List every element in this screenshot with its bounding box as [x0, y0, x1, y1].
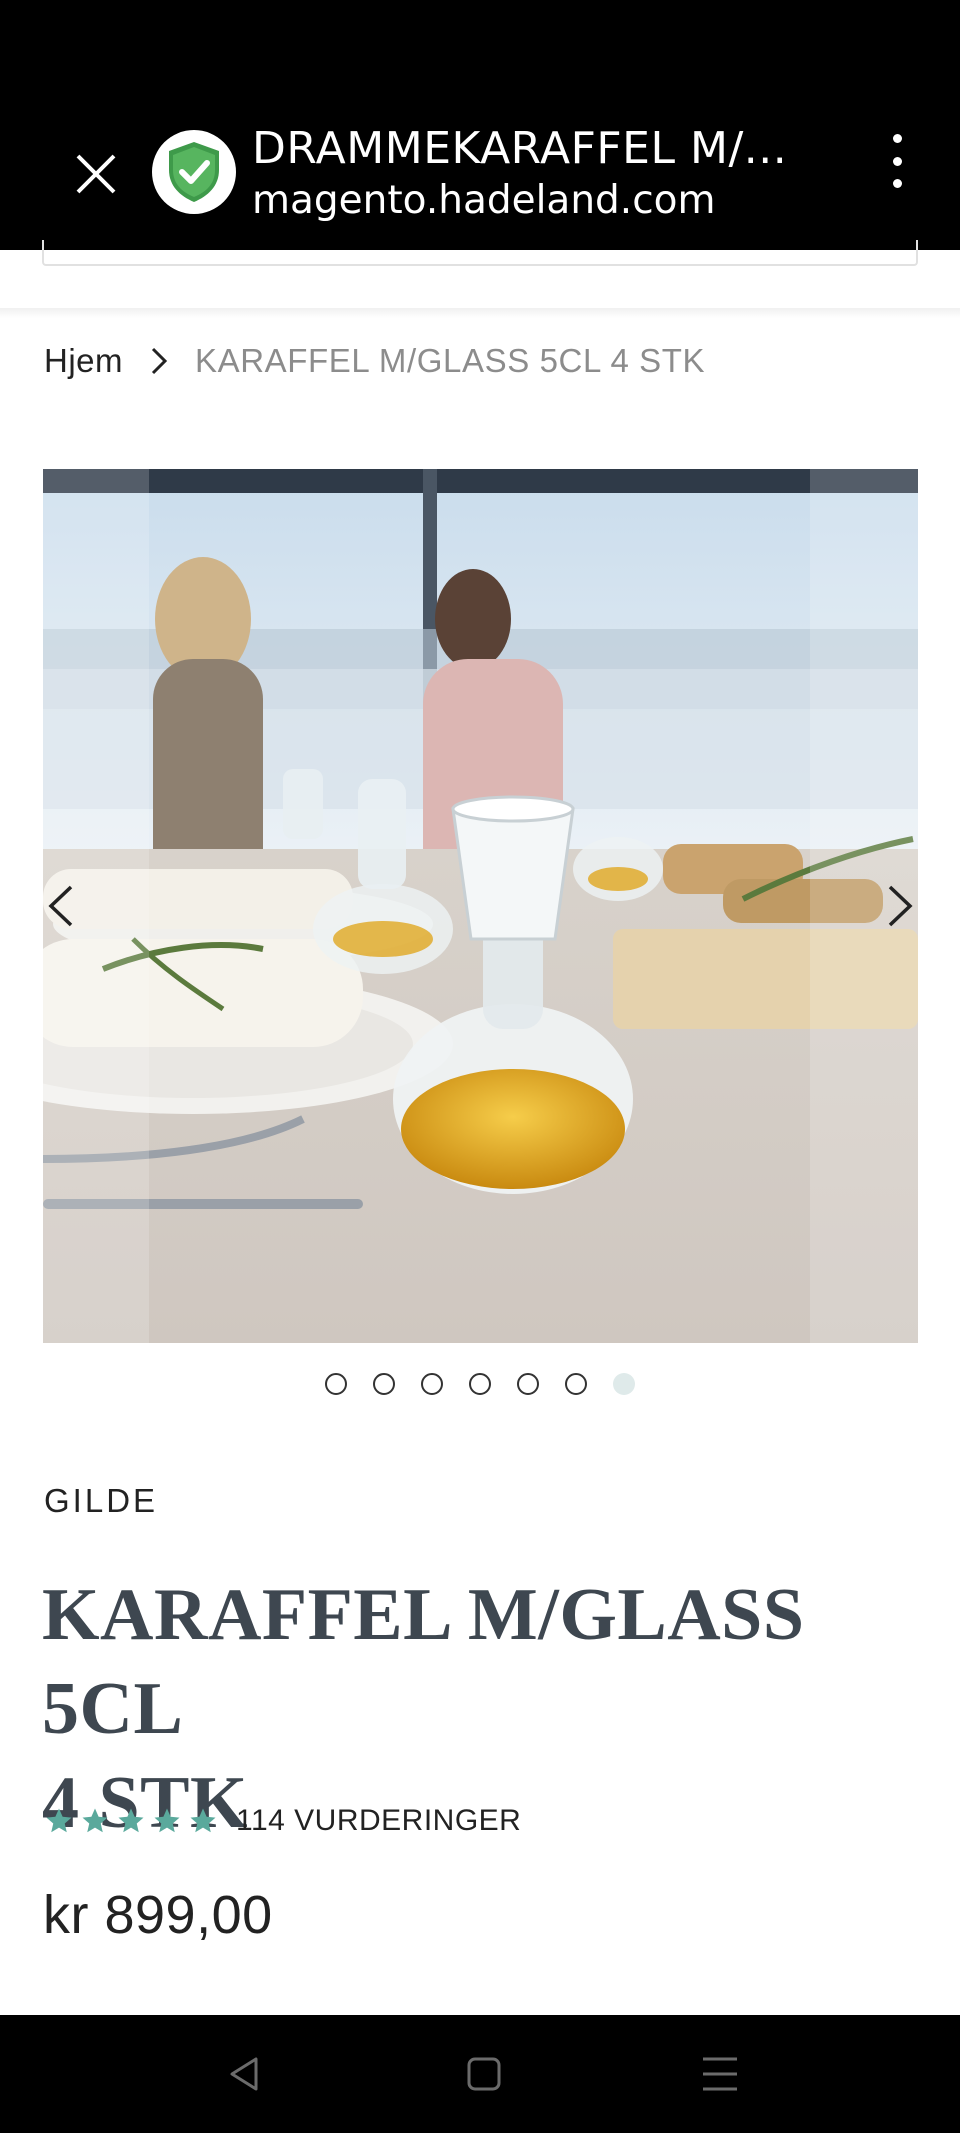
shield-check-icon [169, 142, 219, 202]
page-url: magento.hadeland.com [252, 178, 716, 223]
gallery-dot[interactable] [565, 1373, 587, 1395]
gallery-dot[interactable] [517, 1373, 539, 1395]
search-box-edge [42, 240, 918, 266]
star-icon [82, 1808, 108, 1833]
gallery-dot[interactable] [469, 1373, 491, 1395]
security-badge[interactable] [152, 130, 236, 214]
breadcrumb-current: KARAFFEL M/GLASS 5CL 4 STK [195, 342, 706, 379]
star-icon [154, 1808, 180, 1833]
home-icon[interactable] [461, 2051, 507, 2097]
product-rating[interactable]: 114 VURDERINGER [44, 1800, 521, 1842]
product-price: kr 899,00 [43, 1885, 273, 1945]
product-gallery[interactable] [43, 469, 918, 1343]
chevron-right-icon[interactable] [882, 881, 918, 931]
breadcrumb-home-link[interactable]: Hjem [44, 342, 123, 380]
review-count[interactable]: 114 VURDERINGER [236, 1804, 521, 1838]
page-info[interactable]: DRAMMEKARAFFEL M/... magento.hadeland.co… [252, 122, 852, 226]
header-divider [0, 308, 960, 318]
close-icon[interactable] [70, 148, 122, 200]
star-icon [46, 1808, 72, 1833]
gallery-pagination [0, 1373, 960, 1399]
recent-apps-icon[interactable] [697, 2051, 743, 2097]
product-image [43, 469, 918, 1343]
more-vert-icon[interactable] [882, 134, 912, 188]
rating-stars [44, 1806, 218, 1836]
product-title-line-1: KARAFFEL M/GLASS 5CL [42, 1574, 805, 1750]
chevron-right-icon [149, 346, 169, 376]
product-brand[interactable]: GILDE [44, 1482, 158, 1520]
back-icon[interactable] [222, 2051, 268, 2097]
gallery-dot-active[interactable] [613, 1373, 635, 1395]
gallery-dot[interactable] [373, 1373, 395, 1395]
system-nav-bar [0, 2015, 960, 2133]
breadcrumb: Hjem KARAFFEL M/GLASS 5CL 4 STK [44, 336, 705, 386]
browser-top-bar: DRAMMEKARAFFEL M/... magento.hadeland.co… [0, 0, 960, 250]
gallery-dot[interactable] [325, 1373, 347, 1395]
star-icon [190, 1808, 216, 1833]
gallery-dot[interactable] [421, 1373, 443, 1395]
page-title: DRAMMEKARAFFEL M/... [252, 123, 788, 174]
star-icon [118, 1808, 144, 1833]
chevron-left-icon[interactable] [43, 881, 79, 931]
